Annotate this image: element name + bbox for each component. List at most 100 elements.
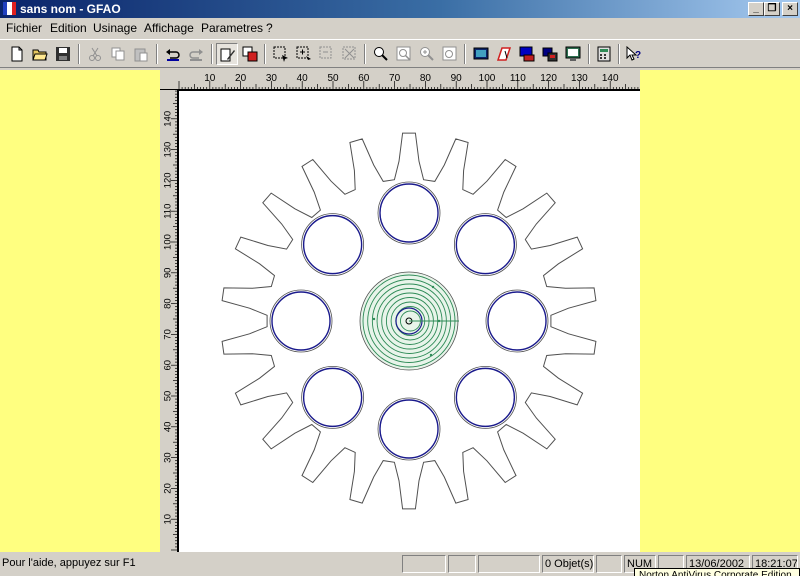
redo-button[interactable] [185, 43, 207, 65]
menu-bar: Fichier Edition Usinage Affichage Parame… [0, 18, 800, 38]
transfer-button[interactable] [539, 43, 561, 65]
mounting-hole[interactable] [269, 289, 333, 353]
minimize-icon: _ [753, 3, 759, 14]
calculator-button[interactable] [593, 43, 615, 65]
close-button[interactable]: × [782, 2, 798, 16]
ruler-label: 50 [163, 391, 174, 402]
ruler-label: 120 [540, 73, 557, 84]
save-icon [56, 47, 70, 61]
new-file-icon [11, 46, 23, 62]
delete-selection-button[interactable] [339, 43, 361, 65]
app-icon [3, 2, 16, 15]
select-minus-icon [319, 46, 332, 59]
transfer-icon [542, 47, 558, 62]
workspace-left [0, 70, 160, 552]
machine-icon [519, 46, 535, 62]
draw-button[interactable] [216, 43, 238, 65]
draw-pen-icon [220, 48, 235, 62]
select-button[interactable] [270, 43, 292, 65]
zoom-in-button[interactable] [416, 43, 438, 65]
zoom-button[interactable] [370, 43, 392, 65]
title-bar: sans nom - GFAO _ ❐ × [0, 0, 800, 18]
menu-edition[interactable]: Edition [50, 21, 87, 35]
display-icon [473, 47, 489, 60]
ruler-label: 80 [163, 298, 174, 309]
center-spiral[interactable] [359, 271, 459, 371]
mounting-hole[interactable] [453, 365, 517, 429]
ruler-label: 70 [163, 329, 174, 340]
tool-path-button[interactable] [493, 43, 515, 65]
paste-button[interactable] [130, 43, 152, 65]
menu-affichage[interactable]: Affichage [144, 21, 194, 35]
select-remove-button[interactable] [316, 43, 338, 65]
undo-button[interactable] [162, 43, 184, 65]
layers-button[interactable] [239, 43, 261, 65]
monitor-button[interactable] [562, 43, 584, 65]
ruler-label: 60 [358, 73, 370, 84]
mounting-hole[interactable] [301, 213, 365, 277]
mounting-hole[interactable] [377, 181, 441, 245]
display-button[interactable] [470, 43, 492, 65]
zoom-window-button[interactable] [393, 43, 415, 65]
select-plus-icon [296, 46, 311, 60]
menu-fichier[interactable]: Fichier [6, 21, 42, 35]
ruler-label: 140 [163, 111, 174, 127]
window-title: sans nom - GFAO [20, 2, 121, 16]
status-panel [478, 555, 540, 573]
monitor-icon [565, 46, 581, 61]
zoom-all-button[interactable] [439, 43, 461, 65]
tool-path-icon [496, 47, 512, 61]
ruler-label: 70 [389, 73, 401, 84]
gear-drawing[interactable] [179, 91, 640, 552]
ruler-label: 90 [163, 268, 174, 279]
cut-button[interactable] [84, 43, 106, 65]
context-help-button[interactable]: ? [623, 43, 645, 65]
save-button[interactable] [52, 43, 74, 65]
menu-usinage[interactable]: Usinage [93, 21, 137, 35]
mounting-hole[interactable] [301, 365, 365, 429]
ruler-label: 130 [571, 73, 588, 84]
ruler-label: 40 [297, 73, 309, 84]
ruler-label: 60 [163, 360, 174, 371]
ruler-label: 10 [204, 73, 216, 84]
zoom-in-icon [420, 47, 434, 61]
toolbar-separator [211, 44, 213, 64]
ruler-label: 120 [163, 172, 174, 188]
status-panel [402, 555, 446, 573]
redo-icon [189, 49, 203, 61]
new-button[interactable] [6, 43, 28, 65]
mounting-hole[interactable] [453, 213, 517, 277]
mounting-hole[interactable] [377, 397, 441, 461]
undo-icon [166, 49, 180, 61]
copy-icon [111, 47, 125, 61]
workspace-right [640, 70, 800, 552]
ruler-label: 110 [510, 73, 526, 84]
menu-parametres[interactable]: Parametres [201, 21, 263, 35]
svg-text:?: ? [635, 50, 641, 61]
drawing-canvas[interactable] [178, 90, 640, 552]
ruler-label: 20 [163, 483, 174, 494]
select-icon [273, 46, 288, 62]
open-button[interactable] [29, 43, 51, 65]
ruler-label: 40 [163, 422, 174, 433]
cut-icon [89, 47, 101, 61]
horizontal-ruler: 10 20 30 40 50 60 70 80 90 100 110 120 130 140 [160, 70, 640, 90]
ruler-label: 90 [451, 73, 463, 84]
mounting-hole[interactable] [485, 289, 549, 353]
toolbar-separator [264, 44, 266, 64]
ruler-label: 130 [163, 142, 174, 158]
ruler-label: 20 [235, 73, 247, 84]
help-pointer-icon: ? [626, 46, 641, 61]
maximize-button[interactable]: ❐ [764, 2, 780, 16]
copy-button[interactable] [107, 43, 129, 65]
select-add-button[interactable] [293, 43, 315, 65]
minimize-button[interactable]: _ [748, 2, 764, 16]
ruler-label: 110 [163, 204, 174, 219]
menu-help[interactable]: ? [266, 21, 273, 35]
calculator-icon [597, 46, 611, 62]
restore-icon: ❐ [767, 3, 777, 14]
ruler-label: 50 [327, 73, 339, 84]
machine-button[interactable] [516, 43, 538, 65]
tooltip: Norton AntiVirus Corporate Edition [634, 568, 800, 576]
toolbar-separator [78, 44, 80, 64]
